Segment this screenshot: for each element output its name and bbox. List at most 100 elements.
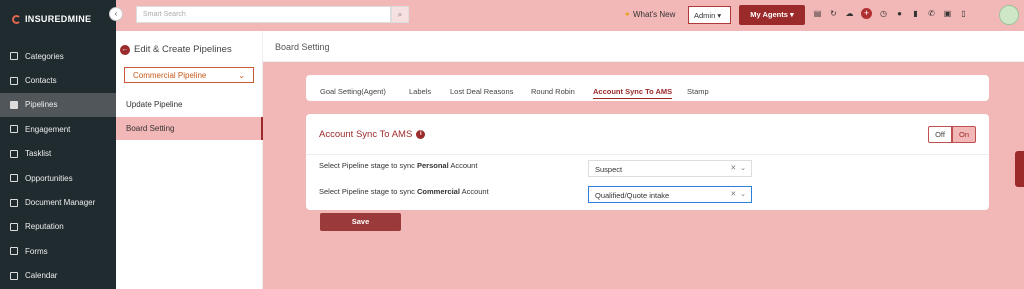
label-text: Account	[459, 187, 489, 196]
sidebar-item-contacts[interactable]: Contacts	[0, 68, 116, 92]
star-icon	[10, 222, 18, 231]
sidebar-item-label: Calendar	[25, 271, 58, 281]
brand-name: INSUREDMINE	[25, 14, 92, 24]
pipeline-select-value: Commercial Pipeline	[133, 71, 207, 80]
sidebar-item-calendar[interactable]: Calendar	[0, 264, 116, 288]
account-sync-card: Account Sync To AMS i Off On Select Pipe…	[306, 114, 989, 231]
tabs-bar: Goal Setting(Agent) Labels Lost Deal Rea…	[306, 75, 989, 101]
list-icon	[10, 52, 18, 61]
refresh-icon[interactable]: ↻	[829, 9, 838, 18]
sidebar-item-categories[interactable]: Categories	[0, 44, 116, 68]
sidebar-item-label: Reputation	[25, 222, 64, 232]
pipeline-subpanel: ← Edit & Create Pipelines Commercial Pip…	[116, 31, 263, 289]
help-tab[interactable]	[1015, 151, 1024, 187]
card-title-text: Account Sync To AMS	[319, 129, 413, 140]
chip-icon[interactable]: ▣	[943, 9, 952, 18]
admin-select[interactable]: Admin ▾	[688, 6, 731, 24]
sidebar-item-label: Tasklist	[25, 149, 52, 159]
label-text: Account	[448, 161, 478, 170]
select-value: Qualified/Quote intake	[595, 191, 670, 200]
whats-new-link[interactable]: ✦ What's New	[624, 10, 675, 19]
toggle-off-button[interactable]: Off	[928, 126, 952, 143]
admin-label: Admin	[694, 11, 716, 20]
phone-icon[interactable]: ✆	[927, 9, 936, 18]
sidebar-item-label: Opportunities	[25, 173, 73, 183]
info-icon[interactable]: i	[416, 130, 426, 139]
tab-round-robin[interactable]: Round Robin	[531, 87, 575, 96]
label-bold: Commercial	[416, 187, 460, 196]
sidebar-item-pipelines[interactable]: Pipelines	[0, 92, 116, 118]
tab-account-sync[interactable]: Account Sync To AMS	[593, 87, 673, 99]
card-title: Account Sync To AMS i	[319, 129, 426, 140]
board-setting-link[interactable]: Board Setting	[116, 117, 263, 140]
save-button[interactable]: Save	[320, 213, 401, 231]
clear-chevron-icon[interactable]: ✕ ⌄	[730, 164, 746, 172]
bell-icon[interactable]: ●	[895, 9, 904, 18]
sidebar-item-opportunities[interactable]: Opportunities	[0, 166, 116, 190]
chart-icon	[10, 174, 18, 183]
personal-stage-select[interactable]: Suspect ✕ ⌄	[588, 160, 752, 177]
back-arrow-icon[interactable]: ←	[120, 44, 130, 55]
my-agents-label: My Agents	[750, 10, 788, 19]
topbar: Smart Search ⌕ ✦ What's New Admin ▾ My A…	[116, 0, 1024, 31]
search-input[interactable]: Smart Search	[136, 6, 391, 23]
trash-icon[interactable]: ▯	[959, 9, 968, 18]
whats-new-label: What's New	[632, 10, 676, 19]
sidebar-item-label: Categories	[25, 51, 64, 61]
device-icon[interactable]: ▮	[911, 9, 920, 18]
chevron-left-icon[interactable]: ‹	[109, 7, 123, 21]
label-text: Select Pipeline stage to sync	[319, 161, 417, 170]
logo-icon	[12, 14, 21, 24]
plus-icon[interactable]: +	[861, 8, 872, 19]
sidebar-item-reputation[interactable]: Reputation	[0, 215, 116, 239]
chevron-down-icon: ⌄	[238, 71, 245, 80]
sidebar-item-tasklist[interactable]: Tasklist	[0, 142, 116, 166]
my-agents-button[interactable]: My Agents ▾	[739, 5, 805, 25]
label-text: Select Pipeline stage to sync	[319, 187, 417, 196]
sidebar-item-label: Document Manager	[25, 198, 96, 208]
sync-toggle: Off On	[928, 126, 976, 143]
divider	[306, 154, 989, 155]
calendar-icon	[10, 271, 18, 280]
commercial-stage-select[interactable]: Qualified/Quote intake ✕ ⌄	[588, 186, 752, 203]
tab-stamp[interactable]: Stamp	[687, 87, 709, 96]
tab-labels[interactable]: Labels	[409, 87, 431, 96]
toggle-on-button[interactable]: On	[952, 126, 976, 143]
logo: INSUREDMINE	[12, 14, 91, 24]
filter-icon	[10, 100, 18, 109]
sidebar: INSUREDMINE Categories Contacts Pipeline…	[0, 0, 116, 289]
update-pipeline-link[interactable]: Update Pipeline	[116, 93, 263, 116]
sidebar-item-document-manager[interactable]: Document Manager	[0, 190, 116, 214]
folder-icon	[10, 198, 18, 207]
sidebar-nav: Categories Contacts Pipelines Engagement…	[0, 44, 116, 288]
page-title: Board Setting	[275, 42, 330, 52]
contacts-icon	[10, 76, 18, 85]
cloud-icon[interactable]: ☁	[845, 9, 854, 18]
sidebar-item-label: Contacts	[25, 76, 57, 86]
sidebar-item-engagement[interactable]: Engagement	[0, 117, 116, 141]
clear-chevron-icon[interactable]: ✕ ⌄	[730, 190, 746, 198]
table-icon[interactable]: ▤	[813, 9, 822, 18]
sidebar-item-label: Forms	[25, 246, 48, 256]
subpanel-title-text: Edit & Create Pipelines	[134, 44, 232, 55]
select-value: Suspect	[595, 165, 623, 174]
sidebar-item-label: Engagement	[25, 124, 71, 134]
commercial-stage-label: Select Pipeline stage to sync Commercial…	[319, 187, 489, 196]
label-bold: Personal	[416, 161, 449, 170]
pipeline-select[interactable]: Commercial Pipeline ⌄	[124, 67, 254, 83]
avatar[interactable]	[999, 5, 1019, 25]
sidebar-item-forms[interactable]: Forms	[0, 239, 116, 263]
personal-stage-label: Select Pipeline stage to sync Personal A…	[319, 161, 477, 170]
tab-lost-deal-reasons[interactable]: Lost Deal Reasons	[450, 87, 513, 96]
task-icon	[10, 149, 18, 158]
form-icon	[10, 247, 18, 256]
bulb-icon: ✦	[624, 10, 631, 19]
top-icons: ▤ ↻ ☁ + ◷ ● ▮ ✆ ▣ ▯	[813, 8, 968, 19]
clock-icon[interactable]: ◷	[879, 9, 888, 18]
tab-goal-setting[interactable]: Goal Setting(Agent)	[320, 87, 386, 96]
main-header: Board Setting	[263, 31, 1024, 62]
search-icon[interactable]: ⌕	[391, 6, 409, 23]
subpanel-title: ← Edit & Create Pipelines	[120, 44, 232, 55]
chevron-down-icon: ▾	[717, 11, 722, 20]
megaphone-icon	[10, 125, 18, 134]
